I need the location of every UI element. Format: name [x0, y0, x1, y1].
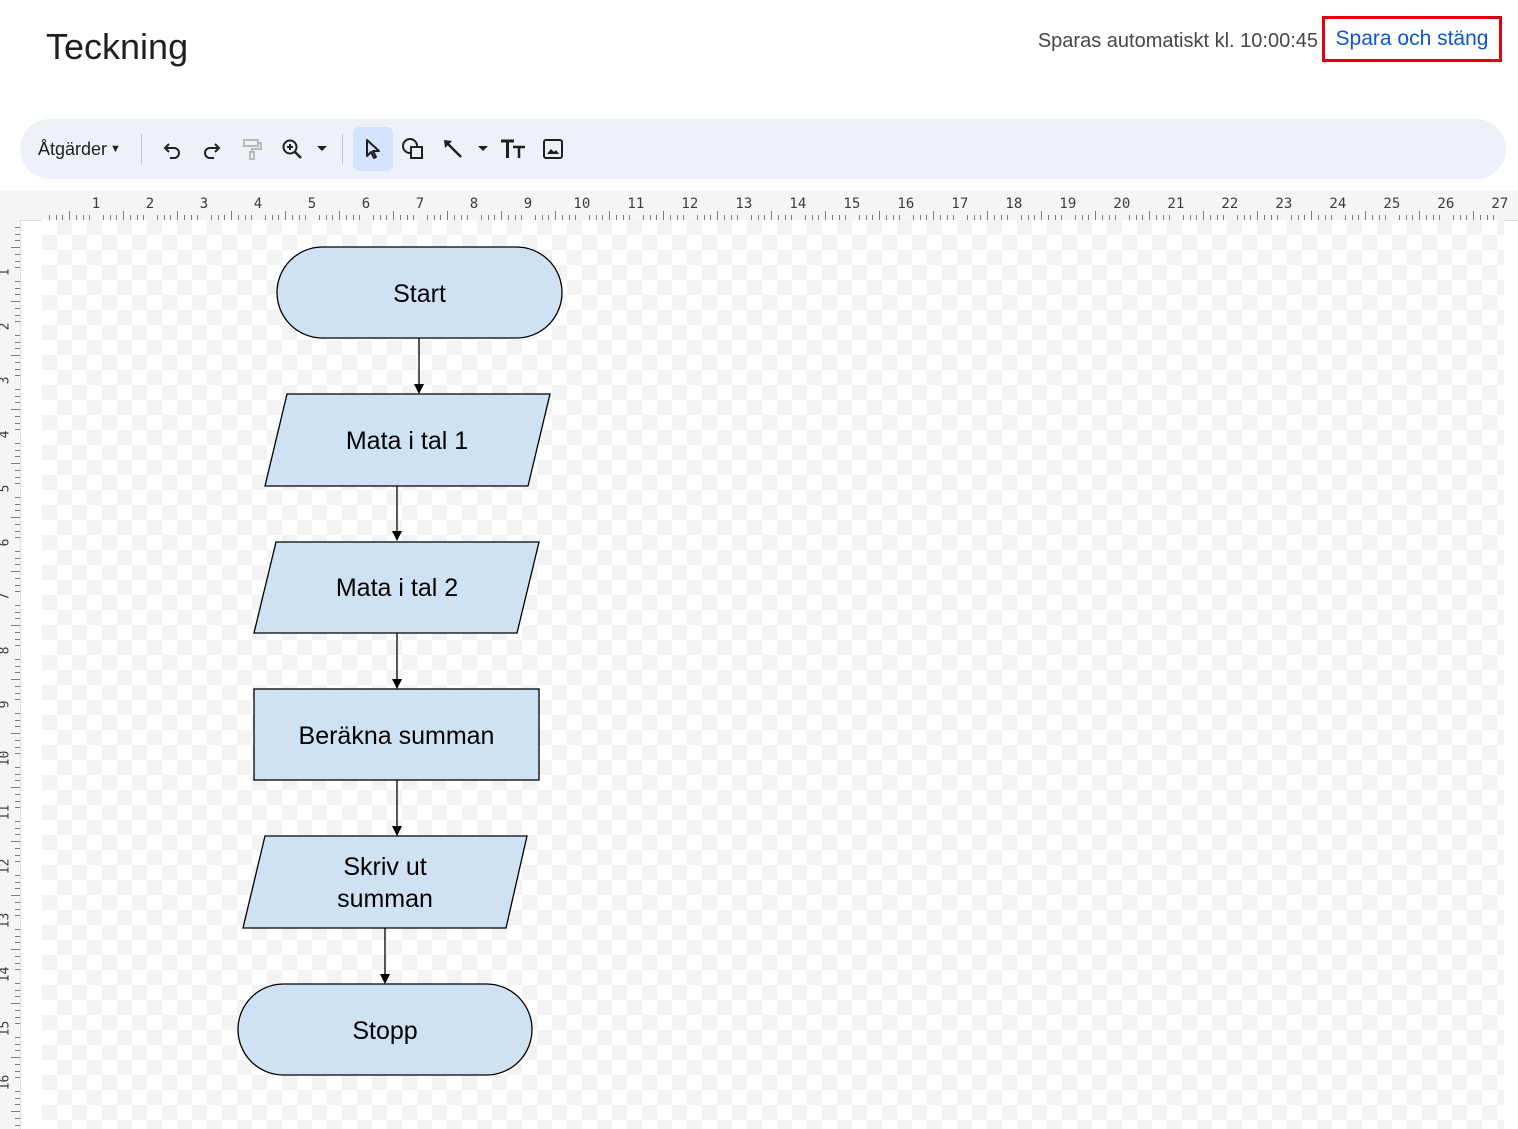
input-2-label: Mata i tal 2 [336, 574, 458, 602]
stop-label: Stopp [352, 1017, 417, 1045]
input-1-parallelogram[interactable]: Mata i tal 1 [264, 393, 551, 487]
stop-terminator[interactable]: Stopp [237, 983, 533, 1076]
process-label: Beräkna summan [299, 722, 495, 750]
input-2-parallelogram[interactable]: Mata i tal 2 [253, 541, 540, 634]
start-terminator[interactable]: Start [276, 246, 563, 339]
input-1-label: Mata i tal 1 [346, 427, 468, 455]
output-label-line-1: Skriv ut [343, 853, 426, 881]
flowchart: Start Mata i tal 1 Mata i tal 2 Beräkna … [237, 246, 563, 1076]
output-label-line-2: summan [337, 885, 433, 913]
output-parallelogram[interactable]: Skriv ut summan [242, 835, 528, 929]
process-rectangle[interactable]: Beräkna summan [253, 688, 540, 781]
start-label: Start [393, 280, 446, 308]
